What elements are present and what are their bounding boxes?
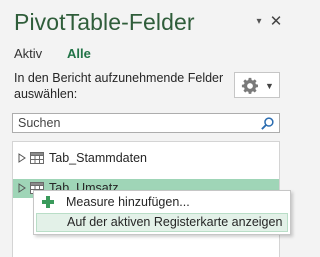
plus-icon (42, 196, 54, 208)
search-icon[interactable] (260, 116, 275, 131)
menu-item-label: Auf der aktiven Registerkarte anzeigen (67, 215, 283, 229)
field-label: Tab_Stammdaten (49, 151, 147, 165)
menu-item-label: Measure hinzufügen... (66, 195, 190, 209)
tab-alle[interactable]: Alle (67, 46, 91, 62)
tab-aktiv[interactable]: Aktiv (14, 46, 42, 62)
menu-item-auf-aktiver-registerkarte-anzeigen[interactable]: Auf der aktiven Registerkarte anzeigen (36, 213, 288, 232)
pane-options-dropdown[interactable]: ▾ (252, 13, 266, 31)
expand-arrow-icon[interactable] (18, 183, 26, 193)
menu-item-measure-hinzufuegen[interactable]: Measure hinzufügen... (36, 193, 288, 212)
pane-title: PivotTable-Felder (14, 9, 195, 35)
field-row-tab-stammdaten[interactable]: Tab_Stammdaten (13, 149, 279, 168)
tools-button[interactable]: ▼ (234, 72, 280, 98)
chevron-down-icon: ▼ (265, 81, 274, 91)
pivottable-fields-pane: PivotTable-Felder ▾ ✕ Aktiv Alle In den … (0, 0, 292, 257)
search-box (12, 113, 280, 133)
table-icon (30, 152, 44, 164)
search-input[interactable] (13, 114, 253, 132)
instruction-text: In den Bericht aufzunehmende Felder ausw… (14, 71, 224, 101)
expand-arrow-icon[interactable] (18, 153, 26, 163)
close-icon[interactable]: ✕ (268, 13, 284, 31)
context-menu: Measure hinzufügen... Auf der aktiven Re… (33, 190, 291, 235)
gear-icon (241, 77, 259, 94)
